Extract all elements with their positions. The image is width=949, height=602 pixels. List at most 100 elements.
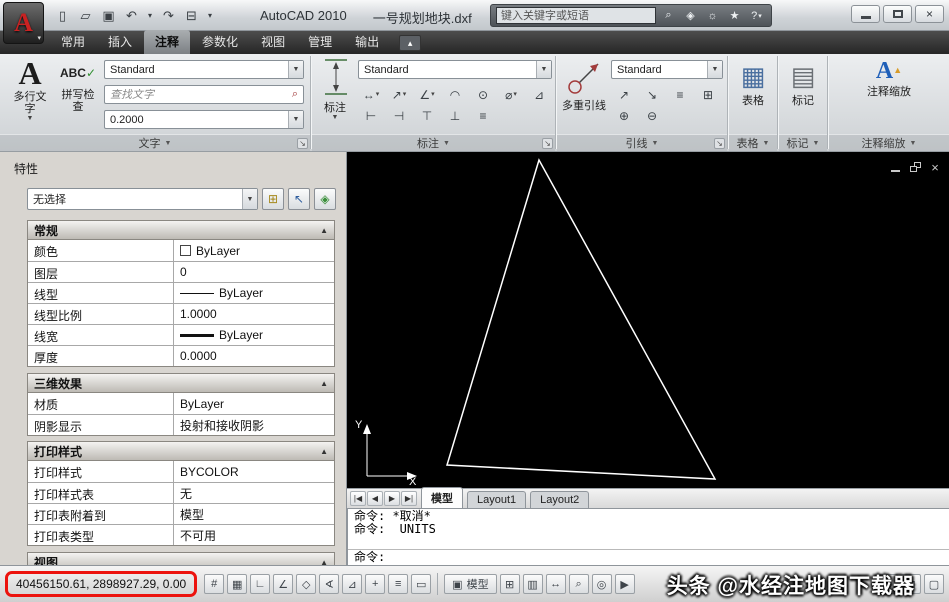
help-button[interactable]: ? ▾ bbox=[747, 7, 766, 25]
dim-break-icon[interactable]: ⊤ bbox=[414, 106, 440, 125]
text-style-combo[interactable]: Standard ▼ bbox=[104, 60, 304, 79]
close-button[interactable]: × bbox=[915, 5, 944, 23]
tab-layout2[interactable]: Layout2 bbox=[530, 491, 590, 508]
ribbon-tab-manage[interactable]: 管理 bbox=[297, 30, 343, 54]
command-window[interactable]: 命令: *取消* 命令: UNITS 命令: bbox=[347, 508, 949, 565]
search-input[interactable] bbox=[496, 7, 656, 24]
mleader-add-icon[interactable]: ↗ bbox=[611, 85, 637, 104]
dynamic-input-toggle[interactable]: + bbox=[365, 574, 386, 594]
spell-check-button[interactable]: ABC✓ 拼写检查 bbox=[56, 58, 100, 113]
save-button[interactable]: ▣ bbox=[98, 6, 119, 25]
ribbon-tab-parametric[interactable]: 参数化 bbox=[191, 30, 249, 54]
mleader-collect-icon[interactable]: ⊞ bbox=[695, 85, 721, 104]
first-tab-button[interactable]: |◀ bbox=[350, 491, 366, 506]
drawing-area[interactable]: Y X × bbox=[347, 152, 949, 488]
clean-screen-button[interactable]: ▢ bbox=[924, 574, 944, 594]
multileader-style-combo[interactable]: Standard ▼ bbox=[611, 60, 723, 79]
steering-wheel-button[interactable]: ◎ bbox=[591, 574, 612, 594]
multileader-button[interactable]: 多重引线 bbox=[559, 58, 609, 112]
quick-view-layouts-button[interactable]: ⊞ bbox=[499, 574, 520, 594]
find-text-input[interactable] bbox=[105, 88, 287, 101]
panel-footer-table[interactable]: 表格 ▼ bbox=[729, 134, 777, 151]
mleader-align-icon[interactable]: ≡ bbox=[667, 85, 693, 104]
model-space-button[interactable]: ▣ 模型 bbox=[444, 574, 497, 594]
object-snap-toggle[interactable]: ◇ bbox=[296, 574, 317, 594]
dim-arc-length-icon[interactable]: ◠ bbox=[442, 85, 468, 104]
select-objects-button[interactable]: ↖ bbox=[288, 188, 310, 210]
section-header-general[interactable]: 常规 ▲ bbox=[27, 220, 335, 240]
pan-button[interactable]: ↔ bbox=[545, 574, 566, 594]
dimension-button[interactable]: 标注 ▼ bbox=[316, 56, 354, 122]
ortho-mode-toggle[interactable]: ∟ bbox=[250, 574, 271, 594]
maximize-button[interactable] bbox=[883, 5, 912, 23]
qat-customize-dropdown-icon[interactable]: ▾ bbox=[204, 6, 216, 25]
dim-adjust-space-icon[interactable]: ⊥ bbox=[442, 106, 468, 125]
subscription-center-icon[interactable]: ◈ bbox=[681, 7, 700, 25]
pickadd-toggle-button[interactable]: ⊞ bbox=[262, 188, 284, 210]
leader-tool-icon[interactable]: ⊖ bbox=[639, 106, 665, 125]
application-menu-button[interactable]: A ▾ bbox=[3, 2, 44, 44]
leader-tool-icon[interactable]: ⊕ bbox=[611, 106, 637, 125]
next-tab-button[interactable]: ▶ bbox=[384, 491, 400, 506]
ribbon-tab-insert[interactable]: 插入 bbox=[97, 30, 143, 54]
new-file-button[interactable]: ▯ bbox=[52, 6, 73, 25]
selection-combo[interactable]: 无选择 ▼ bbox=[27, 188, 258, 210]
zoom-button[interactable]: ⌕ bbox=[568, 574, 589, 594]
panel-footer-leader[interactable]: 引线 ▼ bbox=[557, 134, 727, 151]
ribbon-tab-output[interactable]: 输出 bbox=[344, 30, 390, 54]
redo-button[interactable]: ↷ bbox=[158, 6, 179, 25]
dim-aligned-icon[interactable]: ↗ ▾ bbox=[386, 85, 412, 104]
last-tab-button[interactable]: ▶| bbox=[401, 491, 417, 506]
dimension-style-combo[interactable]: Standard ▼ bbox=[358, 60, 552, 79]
minimize-button[interactable] bbox=[851, 5, 880, 23]
tab-model[interactable]: 模型 bbox=[421, 487, 463, 508]
command-input[interactable]: 命令: bbox=[348, 549, 949, 565]
favorites-star-icon[interactable]: ★ bbox=[725, 7, 744, 25]
table-button[interactable]: ▦ 表格 bbox=[731, 58, 775, 107]
dim-continue-icon[interactable]: ⊣ bbox=[386, 106, 412, 125]
lineweight-toggle[interactable]: ≡ bbox=[388, 574, 409, 594]
quick-properties-toggle[interactable]: ▭ bbox=[411, 574, 432, 594]
undo-button[interactable]: ↶ bbox=[121, 6, 142, 25]
dim-diameter-icon[interactable]: ⌀ ▾ bbox=[498, 85, 524, 104]
panel-footer-text[interactable]: 文字 ▼ bbox=[0, 134, 310, 151]
dynamic-ucs-toggle[interactable]: ⊿ bbox=[342, 574, 363, 594]
mtext-button[interactable]: A 多行文字 ▼ bbox=[6, 56, 54, 123]
snap-mode-toggle[interactable]: # bbox=[204, 574, 225, 594]
previous-tab-button[interactable]: ◀ bbox=[367, 491, 383, 506]
search-icon[interactable]: ⌕ bbox=[659, 7, 678, 25]
dim-radius-icon[interactable]: ⊙ bbox=[470, 85, 496, 104]
panel-footer-markup[interactable]: 标记 ▼ bbox=[779, 134, 827, 151]
section-header-plot-style[interactable]: 打印样式 ▲ bbox=[27, 441, 335, 461]
plot-button[interactable]: ⊟ bbox=[181, 6, 202, 25]
polar-tracking-toggle[interactable]: ∠ bbox=[273, 574, 294, 594]
toolbar-lock-button[interactable]: ⊠ bbox=[901, 574, 921, 594]
find-text-icon[interactable]: ⌕ bbox=[287, 88, 303, 101]
dim-linear-icon[interactable]: ↔ ▾ bbox=[358, 85, 384, 104]
panel-footer-dimension[interactable]: 标注 ▼ bbox=[312, 134, 555, 151]
ribbon-tab-home[interactable]: 常用 bbox=[50, 30, 96, 54]
tab-layout1[interactable]: Layout1 bbox=[467, 491, 527, 508]
dialog-launcher-icon[interactable]: ↘ bbox=[714, 138, 725, 149]
quick-view-drawings-button[interactable]: ▥ bbox=[522, 574, 543, 594]
dim-jogged-icon[interactable]: ⊿ bbox=[526, 85, 552, 104]
workspace-switching-button[interactable]: ⊛ bbox=[878, 574, 898, 594]
drawing-restore-button[interactable] bbox=[909, 161, 921, 173]
text-height-combo[interactable]: 0.2000 ▼ bbox=[104, 110, 304, 129]
grid-display-toggle[interactable]: ▦ bbox=[227, 574, 248, 594]
dialog-launcher-icon[interactable]: ↘ bbox=[297, 138, 308, 149]
show-motion-button[interactable]: ▶ bbox=[614, 574, 635, 594]
communication-center-icon[interactable]: ☼ bbox=[703, 7, 722, 25]
drawing-close-button[interactable]: × bbox=[929, 160, 941, 175]
coordinate-display[interactable]: 40456150.61, 2898927.29, 0.00 bbox=[16, 577, 186, 591]
panel-footer-annotation-scaling[interactable]: 注释缩放 ▼ bbox=[829, 134, 949, 151]
drawing-minimize-button[interactable] bbox=[889, 161, 901, 173]
section-header-3d-effects[interactable]: 三维效果 ▲ bbox=[27, 373, 335, 393]
ribbon-minimize-button[interactable]: ▴ bbox=[399, 35, 422, 51]
dim-angular-icon[interactable]: ∠ ▾ bbox=[414, 85, 440, 104]
undo-dropdown-icon[interactable]: ▾ bbox=[144, 6, 156, 25]
dim-update-icon[interactable]: ≡ bbox=[470, 106, 496, 125]
dim-baseline-icon[interactable]: ⊢ bbox=[358, 106, 384, 125]
open-file-button[interactable]: ▱ bbox=[75, 6, 96, 25]
quick-select-button[interactable]: ◈ bbox=[314, 188, 336, 210]
